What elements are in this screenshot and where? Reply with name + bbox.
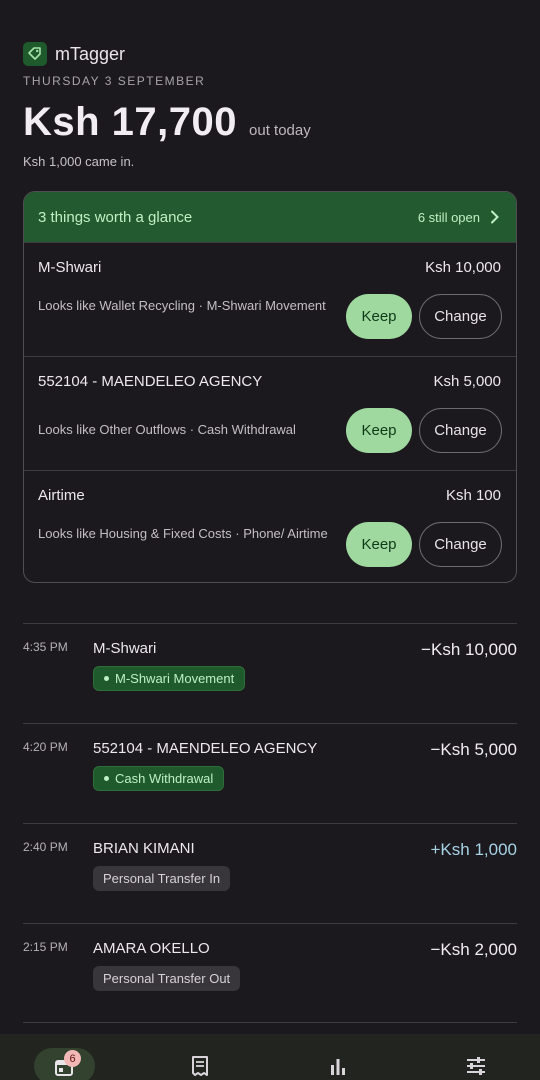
transaction-amount: −Ksh 10,000 xyxy=(421,640,517,659)
review-item-amount: Ksh 5,000 xyxy=(433,373,501,390)
category-chip[interactable]: M-Shwari Movement xyxy=(93,666,246,691)
category-label: Cash Withdrawal xyxy=(115,771,214,786)
bottom-nav xyxy=(0,1034,540,1080)
category-label: Personal Transfer In xyxy=(103,871,221,886)
daily-total: Ksh 17,700 out today xyxy=(23,100,311,145)
total-suffix: out today xyxy=(249,122,311,139)
keep-button[interactable]: Keep xyxy=(346,522,412,567)
review-item-suggestion: Looks like Housing & Fixed Costs · Phone… xyxy=(38,526,328,541)
still-open-label: 6 still open xyxy=(417,209,480,225)
notification-badge: 6 xyxy=(64,1050,81,1067)
total-amount: Ksh 17,700 xyxy=(23,100,238,144)
transaction-name: AMARA OKELLO xyxy=(93,940,210,957)
keep-button[interactable]: Keep xyxy=(346,408,412,453)
transaction-list: 4:35 PM M-Shwari −Ksh 10,000 M-Shwari Mo… xyxy=(23,623,517,1023)
transaction-amount: +Ksh 1,000 xyxy=(430,840,518,859)
transaction-time: 2:40 PM xyxy=(23,840,68,854)
still-open-link[interactable]: 6 still open xyxy=(418,210,500,225)
review-item-suggestion: Looks like Wallet Recycling · M-Shwari M… xyxy=(38,298,326,313)
dot-icon xyxy=(104,676,109,681)
category-chip[interactable]: Cash Withdrawal xyxy=(93,766,225,791)
dot-icon xyxy=(104,776,109,781)
transaction-time: 4:20 PM xyxy=(23,740,68,754)
change-button[interactable]: Change xyxy=(419,522,502,567)
change-button[interactable]: Change xyxy=(419,408,502,453)
review-item: 552104 - MAENDELEO AGENCY Ksh 5,000 Look… xyxy=(24,357,516,471)
income-summary: Ksh 1,000 came in. xyxy=(23,154,135,169)
category-label: Personal Transfer Out xyxy=(103,971,231,986)
app-header: mTagger xyxy=(23,42,125,66)
review-item-amount: Ksh 10,000 xyxy=(425,259,501,276)
review-item-name: 552104 - MAENDELEO AGENCY xyxy=(38,373,263,390)
review-item-amount: Ksh 100 xyxy=(445,487,501,504)
category-chip[interactable]: Personal Transfer In xyxy=(93,866,231,891)
transaction-amount: −Ksh 2,000 xyxy=(430,940,518,959)
review-item-name: Airtime xyxy=(38,487,85,504)
review-item-name: M-Shwari xyxy=(38,259,102,276)
review-header[interactable]: 3 things worth a glance 6 still open xyxy=(24,192,516,243)
transaction-amount: −Ksh 5,000 xyxy=(430,740,518,759)
keep-button[interactable]: Keep xyxy=(346,294,412,339)
review-title: 3 things worth a glance xyxy=(38,208,193,226)
transaction-name: 552104 - MAENDELEO AGENCY xyxy=(93,740,318,757)
review-item: M-Shwari Ksh 10,000 Looks like Wallet Re… xyxy=(24,243,516,357)
category-chip[interactable]: Personal Transfer Out xyxy=(93,966,241,991)
transaction-name: BRIAN KIMANI xyxy=(93,840,195,857)
transaction-time: 4:35 PM xyxy=(23,640,68,654)
transaction-row[interactable]: 2:15 PM AMARA OKELLO −Ksh 2,000 Personal… xyxy=(23,923,517,1023)
review-card: 3 things worth a glance 6 still open M-S… xyxy=(23,191,517,583)
sliders-icon[interactable] xyxy=(465,1056,487,1076)
transaction-row[interactable]: 2:40 PM BRIAN KIMANI +Ksh 1,000 Personal… xyxy=(23,823,517,923)
transaction-row[interactable]: 4:35 PM M-Shwari −Ksh 10,000 M-Shwari Mo… xyxy=(23,623,517,723)
transaction-row[interactable]: 4:20 PM 552104 - MAENDELEO AGENCY −Ksh 5… xyxy=(23,723,517,823)
change-button[interactable]: Change xyxy=(419,294,502,339)
app-title: mTagger xyxy=(55,43,126,64)
bar-chart-icon[interactable] xyxy=(328,1056,348,1076)
review-item: Airtime Ksh 100 Looks like Housing & Fix… xyxy=(24,471,516,582)
review-item-suggestion: Looks like Other Outflows · Cash Withdra… xyxy=(38,422,296,437)
receipt-icon[interactable] xyxy=(190,1055,210,1077)
transaction-name: M-Shwari xyxy=(93,640,157,657)
date-label: THURSDAY 3 SEPTEMBER xyxy=(23,74,206,88)
category-label: M-Shwari Movement xyxy=(115,671,235,686)
transaction-time: 2:15 PM xyxy=(23,940,68,954)
tag-icon xyxy=(23,42,47,66)
chevron-right-icon xyxy=(491,210,499,224)
